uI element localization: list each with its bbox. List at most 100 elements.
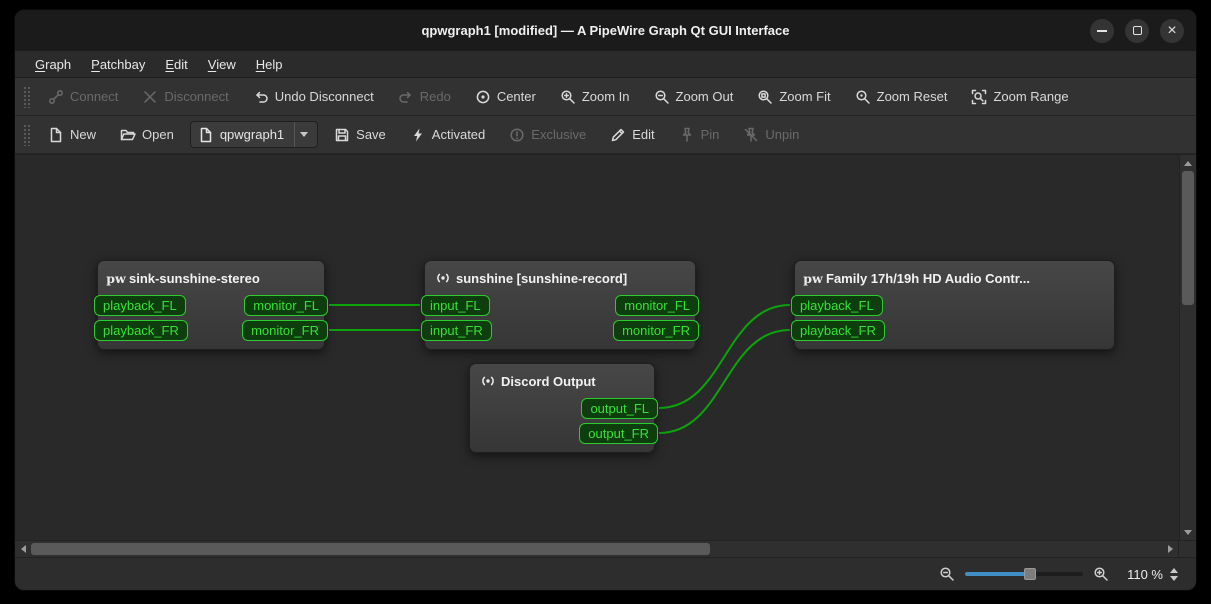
toolbar-button-zoom-out[interactable]: Zoom Out <box>646 84 742 110</box>
node-sunshine-sunshine-record[interactable]: sunshine [sunshine-record] input_FL input_… <box>421 260 699 350</box>
port-input-input_FR[interactable]: input_FR <box>421 320 492 341</box>
window-controls: × <box>1090 10 1184 51</box>
toolbar-drag-handle[interactable] <box>23 123 30 146</box>
menu-help[interactable]: Help <box>246 51 293 77</box>
zoom-in-icon[interactable] <box>1093 566 1109 582</box>
port-input-playback_FR[interactable]: playback_FR <box>94 320 188 341</box>
toolbar-button-activated[interactable]: Activated <box>402 122 493 148</box>
chevron-down-icon <box>294 122 313 147</box>
arrow-up-icon <box>1184 160 1192 166</box>
port-input-input_FL[interactable]: input_FL <box>421 295 490 316</box>
close-button[interactable]: × <box>1160 18 1184 43</box>
toolbar-button-zoom-fit[interactable]: Zoom Fit <box>749 84 838 110</box>
maximize-icon <box>1132 26 1142 35</box>
toolbar-button-exclusive[interactable]: Exclusive <box>501 122 594 148</box>
menu-view[interactable]: View <box>198 51 246 77</box>
scroll-down-arrow[interactable] <box>1180 524 1196 540</box>
titlebar[interactable]: qpwgraph1 [modified] — A PipeWire Graph … <box>15 10 1196 51</box>
arrow-right-icon <box>1167 545 1173 553</box>
toolbar-button-zoom-reset[interactable]: Zoom Reset <box>847 84 956 110</box>
window-title: qpwgraph1 [modified] — A PipeWire Graph … <box>421 23 790 38</box>
menu-graph[interactable]: Graph <box>25 51 81 77</box>
scroll-up-arrow[interactable] <box>1180 155 1196 171</box>
scrollbar-corner <box>1178 541 1196 557</box>
vertical-scroll-track[interactable] <box>1180 171 1196 524</box>
minimize-button[interactable] <box>1090 18 1114 43</box>
zoom-out-icon[interactable] <box>939 566 955 582</box>
toolbar-drag-handle[interactable] <box>23 85 30 108</box>
close-icon: × <box>1167 21 1177 39</box>
node-header: Discord Output <box>470 369 654 393</box>
audio-app-icon <box>480 373 496 389</box>
disconnect-icon <box>142 89 158 105</box>
node-ports: input_FL input_FR monitor_FL monitor_FR <box>421 295 699 341</box>
node-ports: playback_FL playback_FR monitor_FL monitor_… <box>94 295 328 341</box>
zoom-slider-fill <box>965 572 1030 576</box>
center-icon <box>475 89 491 105</box>
zoom-spinbox[interactable]: 110 % <box>1119 564 1182 585</box>
port-input-playback_FL[interactable]: playback_FL <box>94 295 186 316</box>
patchbay-file-icon <box>198 127 214 143</box>
port-output-monitor_FR[interactable]: monitor_FR <box>242 320 328 341</box>
node-header: pw Family 17h/19h HD Audio Contr... <box>795 266 1114 290</box>
toolbar-button-unpin[interactable]: Unpin <box>735 122 807 148</box>
port-output-monitor_FL[interactable]: monitor_FL <box>244 295 328 316</box>
zoom-in-icon <box>560 89 576 105</box>
toolbar-button-open[interactable]: Open <box>112 122 182 148</box>
vertical-scrollbar[interactable] <box>1179 155 1196 540</box>
horizontal-scrollbar-row <box>15 540 1196 557</box>
horizontal-scroll-thumb[interactable] <box>31 543 710 555</box>
zoom-out-icon <box>654 89 670 105</box>
spin-up-icon[interactable] <box>1170 567 1178 573</box>
node-title: Family 17h/19h HD Audio Contr... <box>826 270 1030 286</box>
unpin-icon <box>743 127 759 143</box>
zoom-slider[interactable] <box>965 566 1084 582</box>
toolbar-button-center[interactable]: Center <box>467 84 544 110</box>
toolbar-button-zoom-range[interactable]: Zoom Range <box>963 84 1076 110</box>
node-header: pw sink-sunshine-stereo <box>98 266 324 290</box>
port-output-output_FR[interactable]: output_FR <box>579 423 658 444</box>
node-sink-sunshine-stereo[interactable]: pw sink-sunshine-stereo playback_FL playbac… <box>94 260 328 350</box>
toolbar-button-connect[interactable]: Connect <box>40 84 126 110</box>
arrow-down-icon <box>1184 529 1192 535</box>
toolbar-button-edit[interactable]: Edit <box>602 122 662 148</box>
maximize-button[interactable] <box>1125 18 1149 43</box>
activated-icon <box>410 127 426 143</box>
zoom-fit-icon <box>757 89 773 105</box>
toolbar-button-save[interactable]: Save <box>326 122 394 148</box>
toolbar-button-zoom-in[interactable]: Zoom In <box>552 84 638 110</box>
new-icon <box>48 127 64 143</box>
vertical-scroll-thumb[interactable] <box>1182 171 1194 306</box>
node-discord-output[interactable]: Discord Output output_FL output_FR <box>469 363 658 453</box>
port-input-playback_FL[interactable]: playback_FL <box>791 295 883 316</box>
port-output-monitor_FL[interactable]: monitor_FL <box>615 295 699 316</box>
pipewire-icon: pw <box>803 270 823 286</box>
graph-canvas[interactable]: pw sink-sunshine-stereo playback_FL playbac… <box>15 155 1179 540</box>
patchbay-selector[interactable]: qpwgraph1 <box>189 121 319 148</box>
patchbay-selector-value: qpwgraph1 <box>219 127 285 142</box>
port-output-output_FL[interactable]: output_FL <box>581 398 658 419</box>
exclusive-icon <box>509 127 525 143</box>
horizontal-scrollbar[interactable] <box>15 541 1178 557</box>
zoom-slider-handle[interactable] <box>1023 568 1036 580</box>
pipewire-icon: pw <box>106 270 126 286</box>
port-output-monitor_FR[interactable]: monitor_FR <box>613 320 699 341</box>
menu-patchbay[interactable]: Patchbay <box>81 51 155 77</box>
port-input-playback_FR[interactable]: playback_FR <box>791 320 885 341</box>
menubar: Graph Patchbay Edit View Help <box>15 51 1196 78</box>
open-icon <box>120 127 136 143</box>
toolbar-button-pin[interactable]: Pin <box>671 122 728 148</box>
menu-edit[interactable]: Edit <box>155 51 197 77</box>
scroll-right-arrow[interactable] <box>1162 541 1178 557</box>
toolbar-button-redo[interactable]: Redo <box>390 84 459 110</box>
node-family-17h-19h-hd-audio-contr[interactable]: pw Family 17h/19h HD Audio Contr... playba… <box>791 260 1115 350</box>
horizontal-scroll-track[interactable] <box>31 541 1162 557</box>
pin-icon <box>679 127 695 143</box>
scroll-left-arrow[interactable] <box>15 541 31 557</box>
spin-down-icon[interactable] <box>1170 575 1178 581</box>
toolbar-button-disconnect[interactable]: Disconnect <box>134 84 236 110</box>
graph-view: pw sink-sunshine-stereo playback_FL playbac… <box>15 154 1196 540</box>
toolbar-graph: Connect Disconnect Undo Disconnect Redo Cent… <box>15 78 1196 116</box>
toolbar-button-undo-disconnect[interactable]: Undo Disconnect <box>245 84 382 110</box>
toolbar-button-new[interactable]: New <box>40 122 104 148</box>
